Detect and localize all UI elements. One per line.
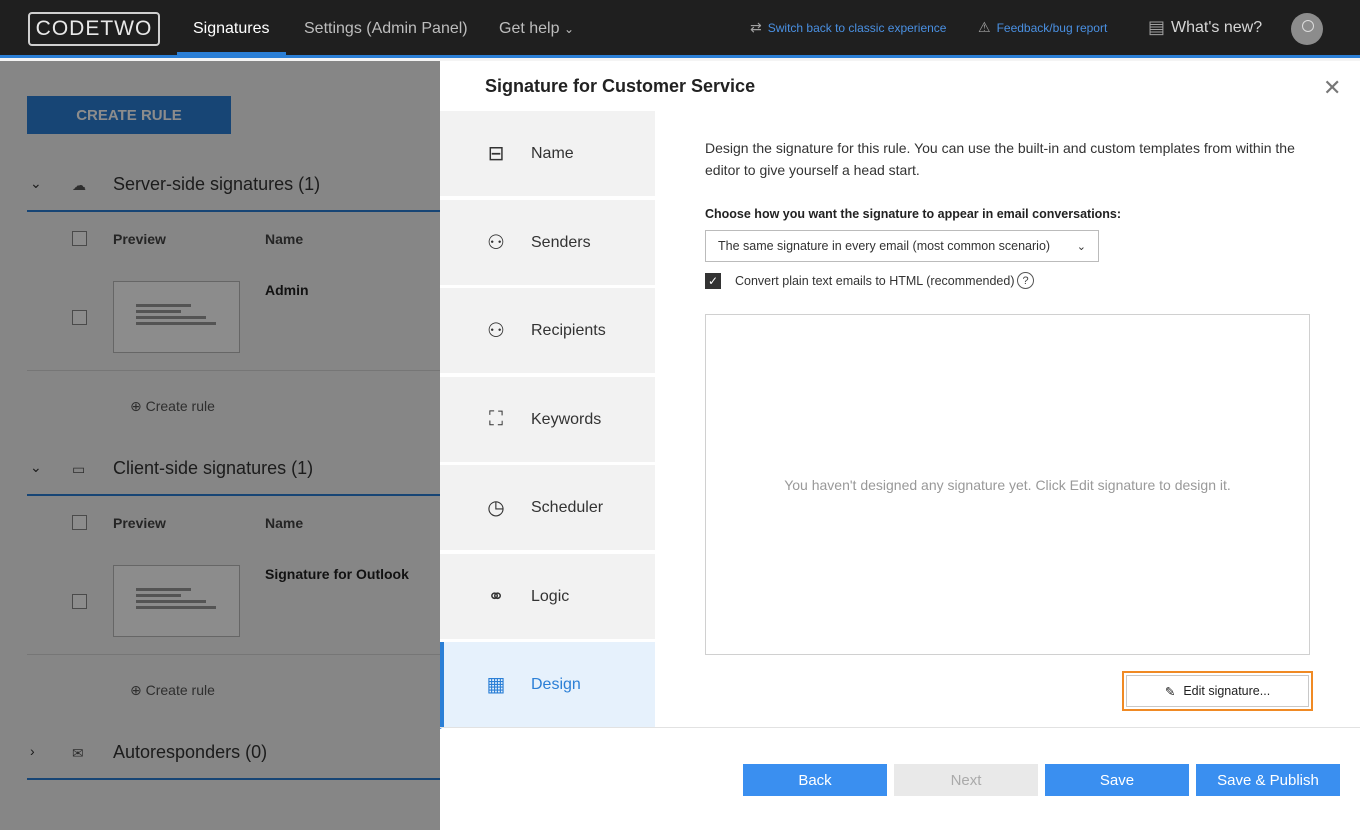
logic-icon: ⚭ [487, 586, 505, 608]
feedback-label: Feedback/bug report [996, 20, 1108, 35]
nav-get-help[interactable]: Get help ⌄ [499, 0, 574, 55]
step-design[interactable]: ▦ Design [440, 642, 655, 729]
switch-classic-link[interactable]: ⇄ Switch back to classic experience [750, 0, 946, 55]
footer-divider [440, 727, 1360, 728]
modal-title: Signature for Customer Service [485, 76, 756, 96]
convert-html-label[interactable]: Convert plain text emails to HTML (recom… [735, 274, 1015, 288]
nav-settings[interactable]: Settings (Admin Panel) [304, 0, 468, 55]
convert-html-checkbox[interactable]: ✓ [705, 273, 721, 289]
step-scheduler[interactable]: ◷ Scheduler [440, 465, 655, 552]
recipients-icon: ⚇ [487, 320, 505, 342]
swap-icon: ⇄ [750, 19, 762, 35]
switch-classic-label: Switch back to classic experience [767, 20, 947, 35]
step-label: Name [531, 144, 574, 162]
step-label: Recipients [531, 321, 606, 339]
close-icon[interactable]: ✕ [1323, 75, 1341, 101]
step-label: Senders [531, 233, 591, 251]
codetwo-logo[interactable]: CODETWO [28, 12, 160, 46]
whats-new-link[interactable]: ▤ What's new? [1148, 0, 1262, 55]
step-recipients[interactable]: ⚇ Recipients [440, 288, 655, 375]
help-icon[interactable]: ? [1017, 272, 1034, 289]
edit-signature-button[interactable]: ✎ Edit signature... [1126, 675, 1309, 707]
step-logic[interactable]: ⚭ Logic [440, 554, 655, 641]
nav-signatures[interactable]: Signatures [177, 0, 286, 55]
nav-get-help-label: Get help [499, 20, 560, 37]
step-label: Keywords [531, 410, 602, 428]
avatar[interactable] [1291, 13, 1323, 45]
step-label: Logic [531, 587, 570, 605]
signature-preview-area: You haven't designed any signature yet. … [705, 314, 1310, 655]
step-label: Scheduler [531, 498, 604, 516]
design-content: Design the signature for this rule. You … [705, 137, 1320, 711]
edit-signature-label: Edit signature... [1183, 684, 1271, 698]
document-icon: ▤ [1148, 17, 1166, 37]
step-label: Design [531, 675, 581, 693]
top-bar: CODETWO Signatures Settings (Admin Panel… [0, 0, 1360, 58]
chevron-down-icon: ⌄ [1076, 240, 1086, 253]
design-description: Design the signature for this rule. You … [705, 140, 1295, 178]
step-name[interactable]: ⊟ Name [440, 111, 655, 198]
senders-icon: ⚇ [487, 232, 505, 254]
pencil-icon: ✎ [1164, 684, 1176, 699]
design-icon: ▦ [486, 674, 506, 696]
appearance-select-value: The same signature in every email (most … [718, 239, 1051, 253]
step-keywords[interactable]: ⛶ Keywords [440, 377, 655, 464]
step-senders[interactable]: ⚇ Senders [440, 200, 655, 287]
chevron-down-icon: ⌄ [563, 22, 574, 36]
next-button[interactable]: Next [894, 764, 1038, 796]
appearance-select[interactable]: The same signature in every email (most … [705, 230, 1099, 262]
save-button[interactable]: Save [1045, 764, 1189, 796]
edit-signature-highlight: ✎ Edit signature... [1122, 671, 1313, 711]
whats-new-label: What's new? [1171, 18, 1263, 36]
empty-signature-message: You haven't designed any signature yet. … [784, 476, 1231, 493]
rule-modal: Signature for Customer Service ✕ ⊟ Name … [440, 61, 1360, 830]
back-button[interactable]: Back [743, 764, 887, 796]
feedback-icon: ⚠ [978, 19, 991, 35]
appearance-label: Choose how you want the signature to app… [705, 207, 1122, 221]
modal-backdrop[interactable] [0, 61, 440, 830]
signpost-icon: ⊟ [487, 143, 505, 165]
keywords-icon: ⛶ [489, 408, 503, 430]
feedback-link[interactable]: ⚠ Feedback/bug report [978, 0, 1107, 55]
save-publish-button[interactable]: Save & Publish [1196, 764, 1340, 796]
clock-icon: ◷ [487, 497, 505, 519]
